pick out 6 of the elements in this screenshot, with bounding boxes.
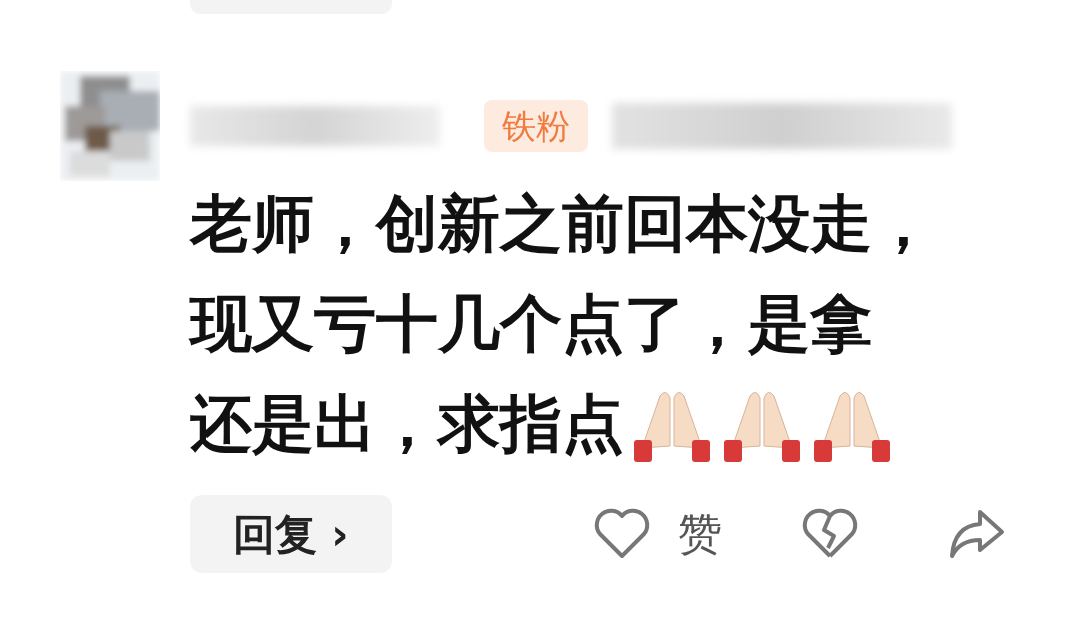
fan-badge: 铁粉 [484, 99, 588, 153]
like-button[interactable]: 赞 [678, 501, 722, 567]
reply-button[interactable]: 回复 › [190, 495, 392, 573]
comment-text: 还是出，求指点 [190, 386, 624, 462]
comment-text: 老师，创新之前回本没走， [190, 186, 934, 262]
comment-text: 现又亏十几个点了，是拿 [190, 286, 872, 362]
